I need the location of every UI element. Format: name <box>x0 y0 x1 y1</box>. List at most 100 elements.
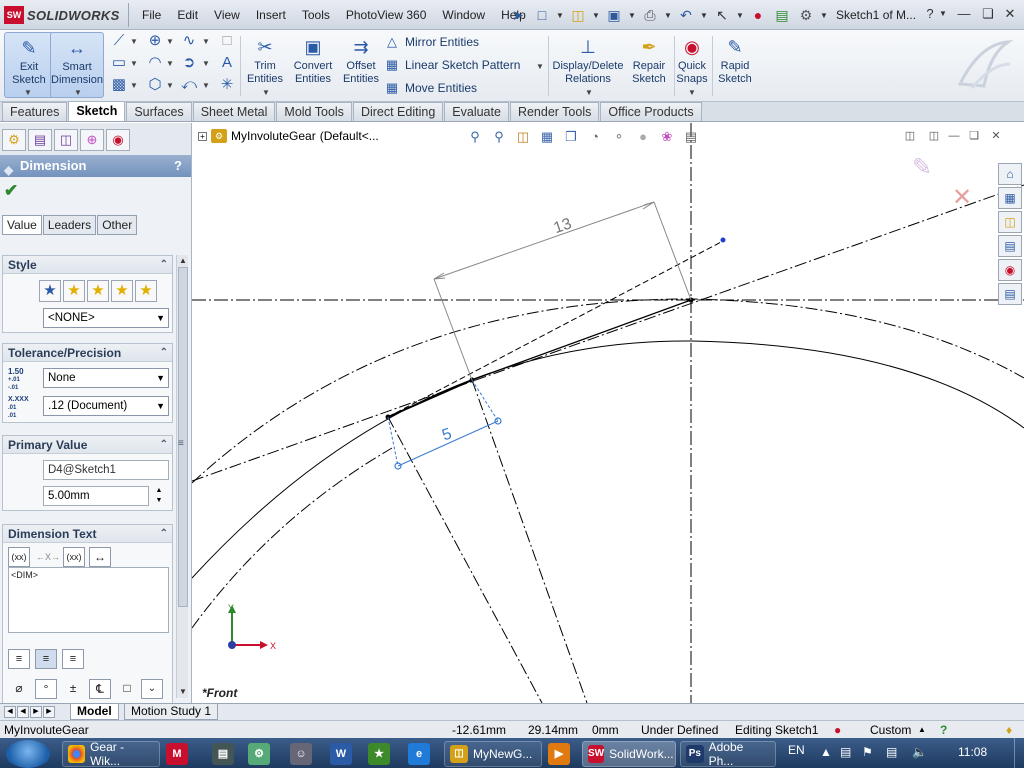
menu-view[interactable]: View <box>206 7 248 23</box>
quick-snaps-dropdown-icon[interactable]: ▼ <box>688 88 696 97</box>
restore-icon[interactable]: ❏ <box>978 5 998 23</box>
arc-tool-icon[interactable]: ◠ <box>146 54 164 72</box>
fillet-tool-icon[interactable]: ➲ <box>180 54 198 72</box>
screen-icon[interactable]: ▤ <box>212 743 234 765</box>
taskbar-solidworks[interactable]: SW SolidWork... <box>582 741 676 767</box>
tolerance-heading[interactable]: Tolerance/Precision ⌃ <box>3 344 172 362</box>
menu-tools[interactable]: Tools <box>294 7 338 23</box>
tab-mold-tools[interactable]: Mold Tools <box>276 102 352 121</box>
tab-value[interactable]: Value <box>2 215 42 235</box>
align-center-icon[interactable]: ≡ <box>35 649 57 669</box>
repair-sketch-button[interactable]: ✒ Repair Sketch <box>626 32 672 98</box>
status-units[interactable]: Custom <box>870 721 911 739</box>
mirror-entities-button[interactable]: △ Mirror Entities <box>384 34 479 50</box>
primary-value-heading[interactable]: Primary Value ⌃ <box>3 436 172 454</box>
pin-icon[interactable]: ➤ <box>508 5 528 25</box>
tab-sheet-metal[interactable]: Sheet Metal <box>192 102 276 121</box>
value-spinner-up-icon[interactable]: ▲ <box>153 486 165 496</box>
print-dropdown-icon[interactable]: ▼ <box>664 11 672 20</box>
trim-dropdown-icon[interactable]: ▼ <box>262 88 270 97</box>
spline-dropdown-icon[interactable]: ▼ <box>202 37 210 46</box>
dimxpert-manager-icon[interactable]: ⊕ <box>80 129 104 151</box>
quick-tips-icon[interactable]: ? <box>940 721 947 739</box>
options-gear-icon[interactable]: ⚙ <box>796 5 816 25</box>
view-orientation-icon[interactable]: ❐ <box>562 128 580 146</box>
fillet-dropdown-icon[interactable]: ▼ <box>202 59 210 68</box>
first-tab-arrow-icon[interactable]: ◀ <box>4 706 16 718</box>
linear-sketch-pattern-button[interactable]: ▦ Linear Sketch Pattern <box>384 57 521 73</box>
new-dropdown-icon[interactable]: ▼ <box>556 11 564 20</box>
circle-tool-icon[interactable]: ⊕ <box>146 32 164 50</box>
save-style-icon[interactable]: ★ <box>111 280 133 302</box>
dimension-13-label[interactable]: 13 <box>552 215 574 237</box>
rapid-sketch-button[interactable]: ✎ Rapid Sketch <box>712 32 758 98</box>
diameter-symbol-icon[interactable]: ⌀ <box>8 679 30 699</box>
view-palette-icon[interactable]: ▤ <box>998 235 1022 257</box>
align-left-icon[interactable]: ≡ <box>8 649 30 669</box>
clock[interactable]: 11:08 <box>958 745 987 759</box>
internet-explorer-icon[interactable]: e <box>408 743 430 765</box>
apply-scene-icon[interactable]: ❀ <box>658 128 676 146</box>
notification-tag-icon[interactable]: ♦ <box>1006 721 1012 739</box>
flag-icon[interactable]: ⚑ <box>862 745 873 759</box>
rebuild-traffic-light-icon[interactable]: ● <box>748 5 768 25</box>
section-view-icon[interactable]: ▦ <box>538 128 556 146</box>
design-library-icon[interactable]: ▦ <box>998 187 1022 209</box>
save-dropdown-icon[interactable]: ▼ <box>628 11 636 20</box>
rectangle-dropdown-icon[interactable]: ▼ <box>130 59 138 68</box>
convert-entities-button[interactable]: ▣ Convert Entities <box>288 32 338 98</box>
style-heading[interactable]: Style ⌃ <box>3 256 172 274</box>
confirmation-corner-cancel-icon[interactable]: ✕ <box>952 183 972 212</box>
panel-scrollbar[interactable]: ▲ ▼ <box>176 255 188 698</box>
delete-style-icon[interactable]: ★ <box>87 280 109 302</box>
center-dimension-button[interactable]: ←X→ <box>35 547 60 567</box>
circle-dropdown-icon[interactable]: ▼ <box>166 37 174 46</box>
tab-render-tools[interactable]: Render Tools <box>509 102 600 121</box>
add-style-icon[interactable]: ★ <box>63 280 85 302</box>
next-tab-arrow-icon[interactable]: ▶ <box>30 706 42 718</box>
open-dropdown-icon[interactable]: ▼ <box>592 11 600 20</box>
tab-surfaces[interactable]: Surfaces <box>126 102 192 121</box>
slot-tool-icon[interactable]: ▩ <box>110 76 128 94</box>
menu-photoview[interactable]: PhotoView 360 <box>338 7 435 23</box>
ok-check-icon[interactable]: ✔ <box>4 181 18 201</box>
polygon-dropdown-icon[interactable]: ▼ <box>166 81 174 90</box>
new-document-icon[interactable]: □ <box>532 5 552 25</box>
value-spinner-down-icon[interactable]: ▼ <box>153 496 165 506</box>
centerline-dropdown-icon[interactable]: ▼ <box>202 81 210 90</box>
network-tray-icon[interactable]: ▤ <box>886 745 897 759</box>
collapse-chevron-icon[interactable]: ⌃ <box>160 344 168 362</box>
solidworks-resources-home-icon[interactable]: ⌂ <box>998 163 1022 185</box>
last-tab-arrow-icon[interactable]: ▶ <box>43 706 55 718</box>
text-tool-icon[interactable]: A <box>218 54 236 72</box>
help-icon[interactable]: ? <box>920 5 940 23</box>
word-icon[interactable]: W <box>330 743 352 765</box>
taskbar-photoshop[interactable]: Ps Adobe Ph... <box>680 740 776 768</box>
gmail-icon[interactable]: M <box>166 743 188 765</box>
select-cursor-icon[interactable]: ↖ <box>712 5 732 25</box>
align-right-icon[interactable]: ≡ <box>62 649 84 669</box>
appearances-icon[interactable]: ◉ <box>998 259 1022 281</box>
zoom-to-fit-icon[interactable]: ⚲ <box>466 128 484 146</box>
relations-dropdown-icon[interactable]: ▼ <box>585 88 593 97</box>
collapse-chevron-icon[interactable]: ⌃ <box>160 525 168 543</box>
square-symbol-icon[interactable]: □ <box>116 679 138 699</box>
media-player-icon[interactable]: ▶ <box>548 743 570 765</box>
polygon-tool-icon[interactable]: ⬡ <box>146 76 164 94</box>
select-dropdown-icon[interactable]: ▼ <box>736 11 744 20</box>
centerline-tool-icon[interactable]: ⤺ <box>180 76 198 94</box>
help-dropdown-icon[interactable]: ▼ <box>938 5 948 23</box>
scrollbar-thumb[interactable] <box>178 267 188 607</box>
previous-view-icon[interactable]: ◫ <box>514 128 532 146</box>
taskbar-chrome[interactable]: Gear - Wik... <box>62 740 160 768</box>
precision-select[interactable]: .12 (Document) ▼ <box>43 396 169 416</box>
move-entities-button[interactable]: ▦ Move Entities <box>384 80 477 96</box>
add-parentheses-button[interactable]: (xx) <box>8 547 30 567</box>
network-icon[interactable]: ⚙ <box>248 743 270 765</box>
save-icon[interactable]: ▣ <box>604 5 624 25</box>
sketch-line-long[interactable] <box>471 299 692 381</box>
expand-plus-icon[interactable]: + <box>198 131 207 141</box>
display-manager-icon[interactable]: ◉ <box>106 129 130 151</box>
menu-window[interactable]: Window <box>434 7 493 23</box>
taskbar-explorer[interactable]: ◫ MyNewG... <box>444 741 542 767</box>
